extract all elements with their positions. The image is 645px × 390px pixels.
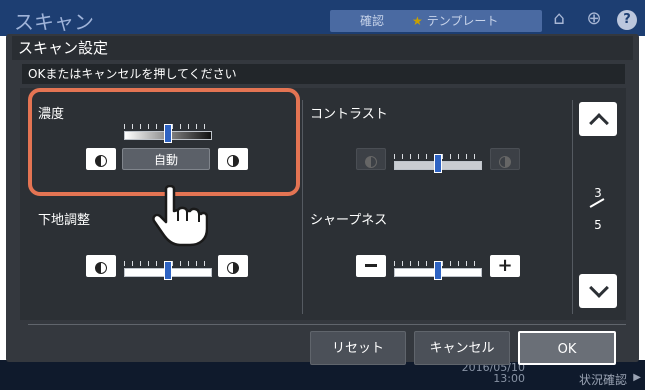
sharpness-minus-button[interactable] xyxy=(356,255,386,277)
page-total: 5 xyxy=(594,218,602,232)
sharpness-plus-button[interactable]: + xyxy=(490,255,520,277)
density-darker-button[interactable] xyxy=(218,148,248,170)
tab-template[interactable]: ★ テンプレート xyxy=(402,10,542,32)
background-darker-button[interactable] xyxy=(218,255,248,277)
home-icon[interactable]: ⌂ xyxy=(548,8,570,30)
status-confirm-button[interactable]: 状況確認 xyxy=(579,371,627,388)
pager-divider xyxy=(572,100,573,314)
app-header: スキャン 確認 ★ テンプレート ⌂ ⊕ ? xyxy=(0,0,645,36)
pointing-hand-icon xyxy=(152,185,208,247)
time-text: 13:00 xyxy=(493,372,525,385)
page-current: 3 xyxy=(594,186,602,200)
app-title: スキャン xyxy=(14,10,94,34)
contrast-higher-button xyxy=(490,148,520,170)
minus-icon xyxy=(365,264,377,267)
page-up-button[interactable] xyxy=(579,102,617,136)
density-slider-thumb[interactable] xyxy=(164,124,172,143)
screen: スキャン 確認 ★ テンプレート ⌂ ⊕ ? 2016/05/10 13:00 状… xyxy=(0,0,645,390)
sharpness-slider[interactable] xyxy=(394,257,482,280)
page-down-button[interactable] xyxy=(579,274,617,308)
ok-button[interactable]: OK xyxy=(518,331,616,365)
actions-divider xyxy=(28,324,626,325)
instruction-message: OKまたはキャンセルを押してください xyxy=(22,64,625,84)
help-button[interactable]: ? xyxy=(617,10,637,30)
contrast-lower-button xyxy=(356,148,386,170)
background-slider-thumb[interactable] xyxy=(164,261,172,280)
darker-icon xyxy=(227,155,239,167)
density-auto-button[interactable]: 自動 xyxy=(122,148,210,170)
background-adjust-slider[interactable] xyxy=(124,257,212,280)
background-lighter-button[interactable] xyxy=(86,255,116,277)
triangle-right-icon: ▶ xyxy=(633,372,641,383)
contrast-high-icon xyxy=(499,156,511,168)
globe-icon[interactable]: ⊕ xyxy=(583,8,605,30)
tab-template-label: テンプレート xyxy=(426,14,499,28)
chevron-up-icon xyxy=(589,113,609,133)
density-label: 濃度 xyxy=(38,107,65,122)
contrast-low-icon xyxy=(365,156,377,168)
chevron-down-icon xyxy=(589,278,609,298)
contrast-label: コントラスト xyxy=(310,107,388,122)
density-slider[interactable] xyxy=(124,120,212,143)
plus-icon: + xyxy=(497,255,513,276)
cancel-button[interactable]: キャンセル xyxy=(414,331,510,365)
dialog-title: スキャン設定 xyxy=(12,36,633,60)
contrast-slider-thumb xyxy=(434,154,442,173)
darker-icon xyxy=(227,262,239,274)
background-adjust-label: 下地調整 xyxy=(38,213,91,228)
density-lighter-button[interactable] xyxy=(86,148,116,170)
contrast-slider xyxy=(394,150,482,173)
star-icon: ★ xyxy=(412,14,423,28)
column-divider xyxy=(302,100,303,314)
sharpness-slider-thumb[interactable] xyxy=(434,261,442,280)
reset-button[interactable]: リセット xyxy=(310,331,406,365)
sharpness-label: シャープネス xyxy=(310,213,388,228)
lighter-icon xyxy=(95,155,107,167)
lighter-icon xyxy=(95,262,107,274)
